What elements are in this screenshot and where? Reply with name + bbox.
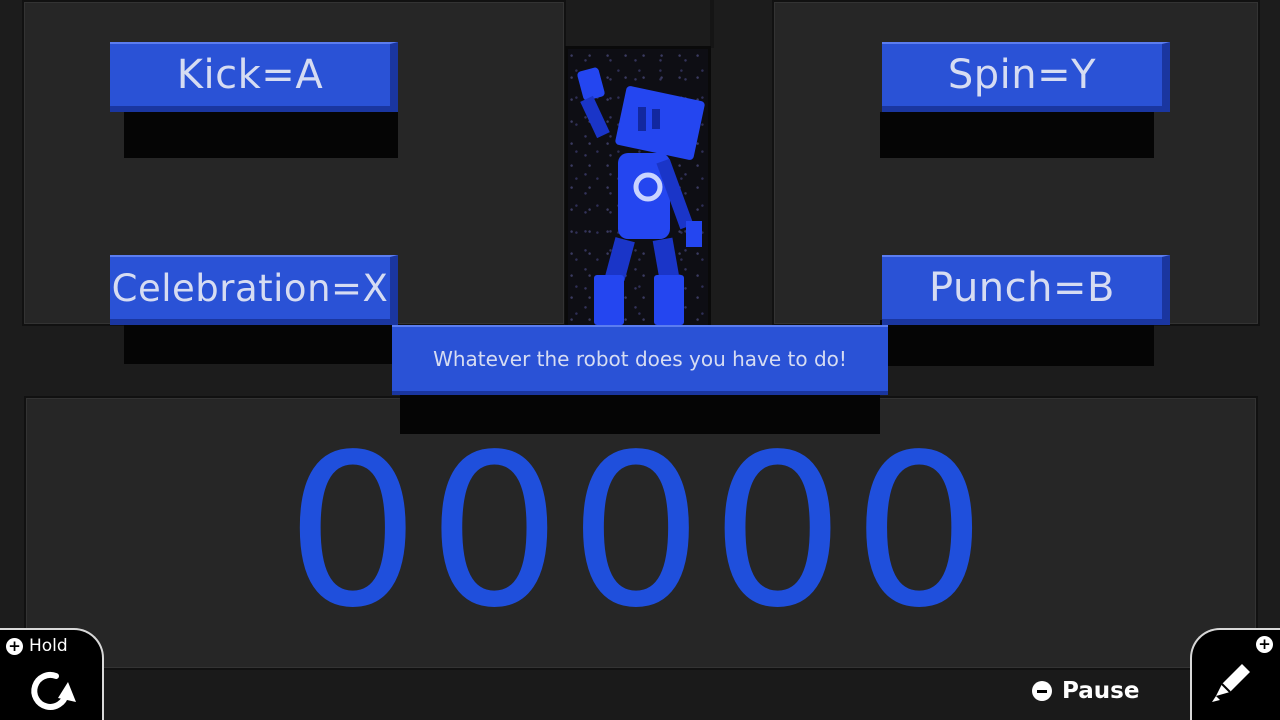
top-divider <box>710 0 714 48</box>
robot-figure <box>577 67 705 325</box>
plus-icon: + <box>6 637 23 655</box>
pause-label: Pause <box>1062 678 1140 704</box>
robot-display <box>565 46 711 328</box>
kick-button[interactable]: Kick=A <box>110 42 398 112</box>
celebration-shadow <box>124 320 398 364</box>
pause-control[interactable]: Pause <box>1032 678 1139 704</box>
punch-shadow <box>880 320 1154 366</box>
add-icon[interactable]: + <box>1256 636 1273 653</box>
hold-label: Hold <box>29 636 68 656</box>
spin-button[interactable]: Spin=Y <box>882 42 1170 112</box>
celebration-button[interactable]: Celebration=X <box>110 255 398 325</box>
kick-shadow <box>124 112 398 158</box>
rotate-arrow-icon[interactable] <box>26 664 78 716</box>
bottom-strip <box>104 670 1190 720</box>
minus-icon <box>1032 681 1052 701</box>
instruction-message: Whatever the robot does you have to do! <box>392 325 888 395</box>
score-counter: 00000 <box>285 409 995 654</box>
spin-shadow <box>880 112 1154 158</box>
pencil-icon[interactable] <box>1208 656 1256 704</box>
punch-button[interactable]: Punch=B <box>882 255 1170 325</box>
hold-label-group: + Hold <box>6 636 68 656</box>
